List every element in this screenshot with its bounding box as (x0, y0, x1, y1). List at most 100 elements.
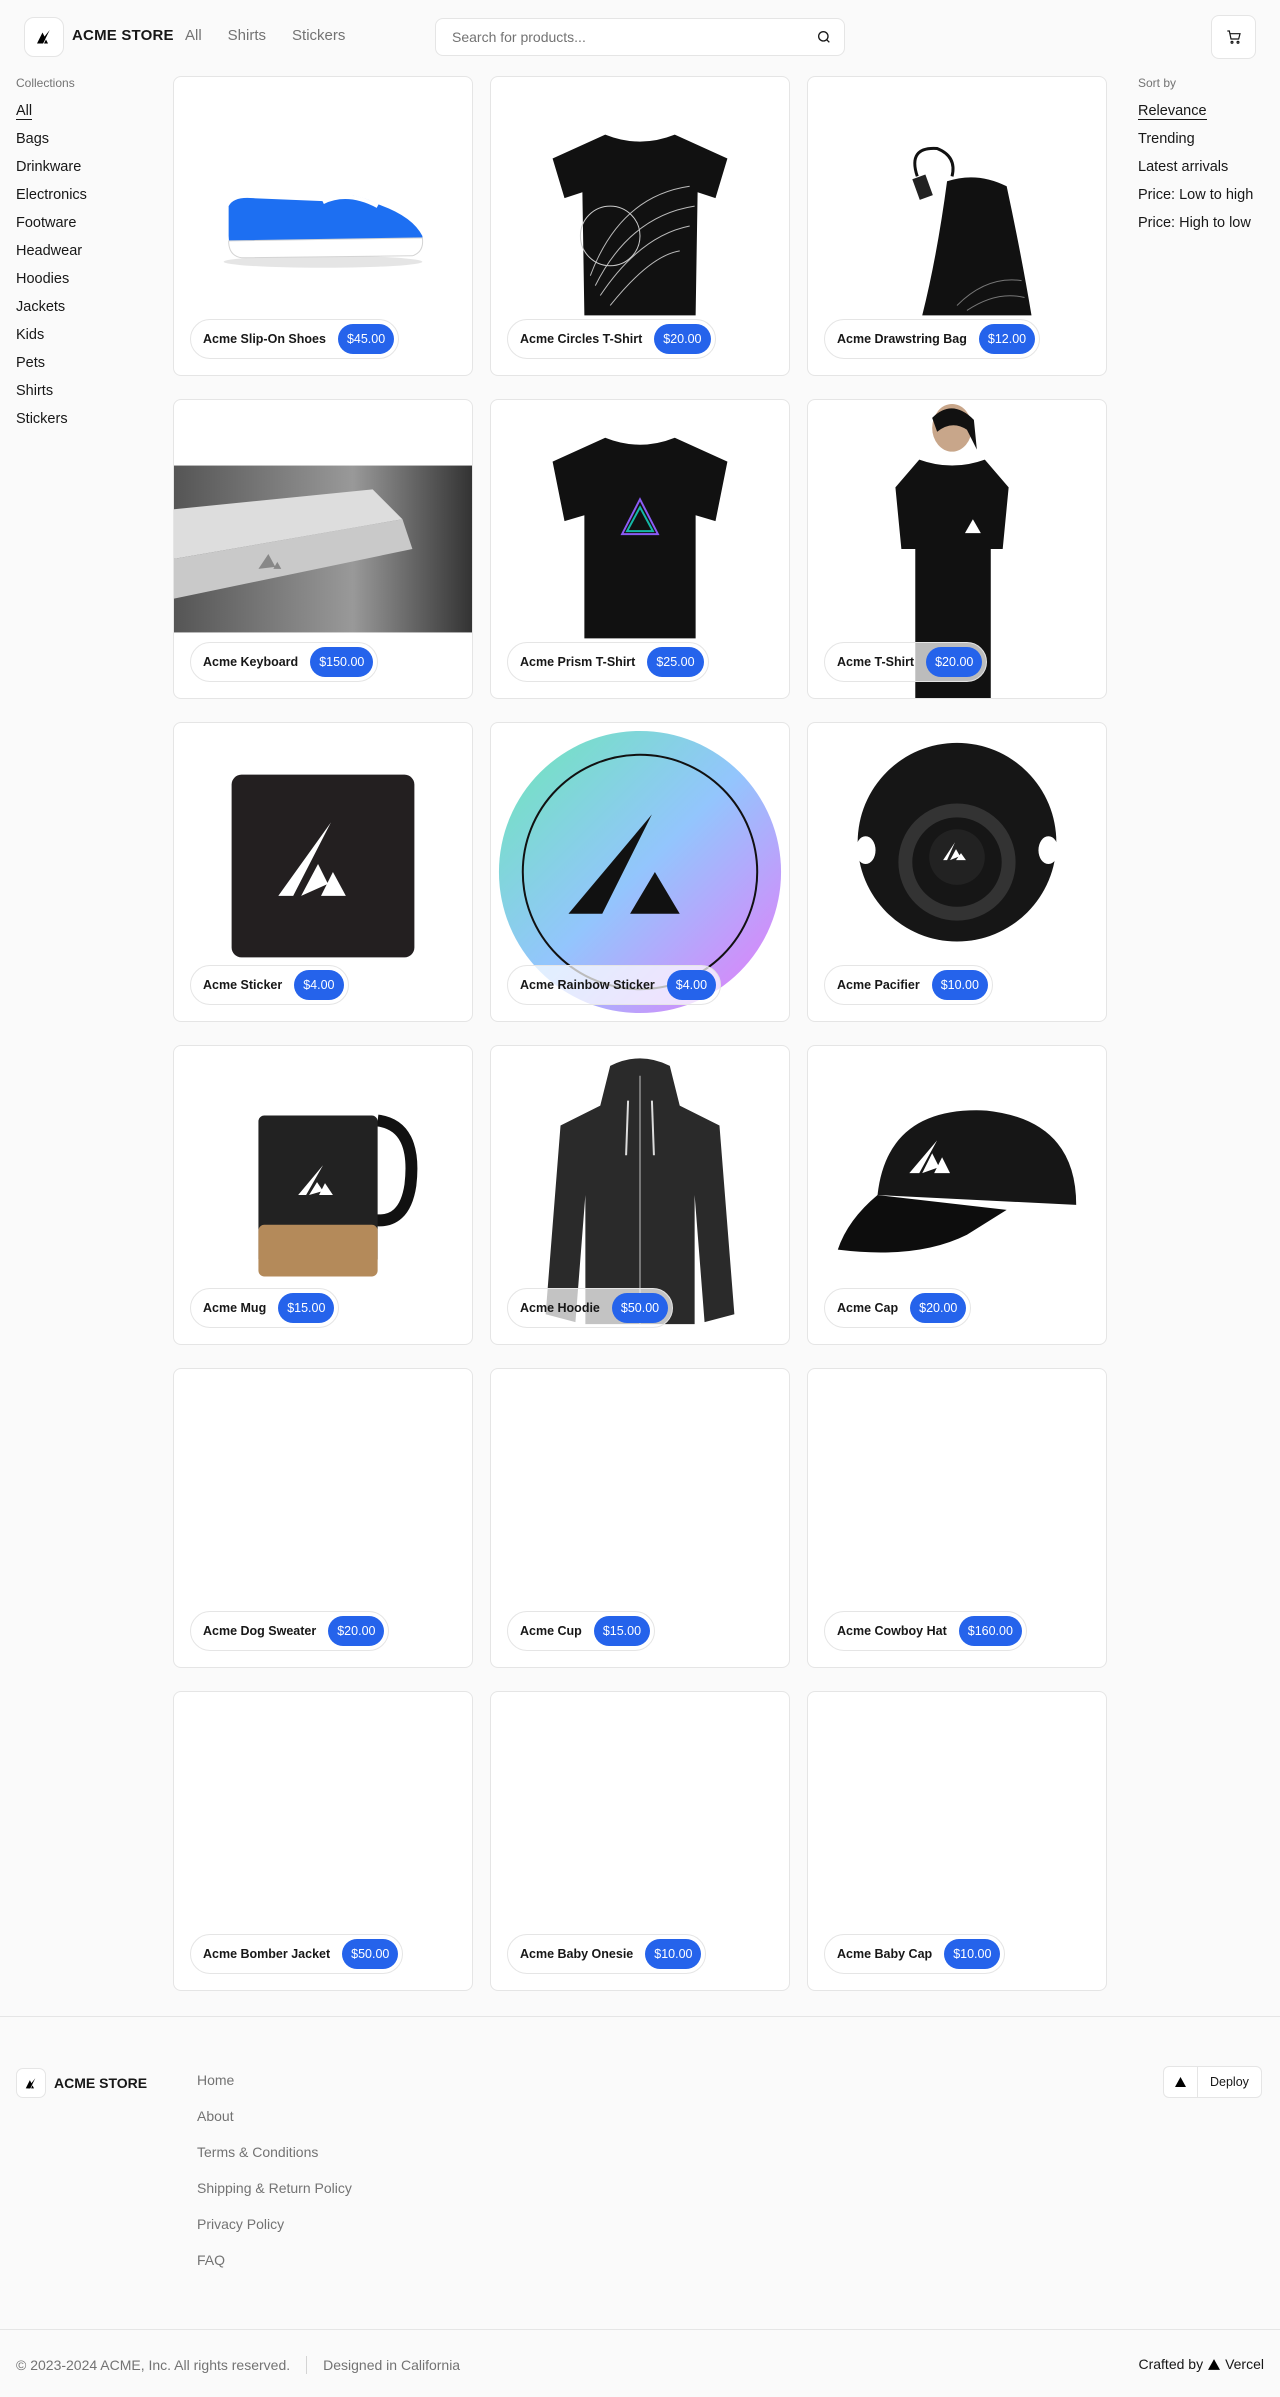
product-name: Acme Hoodie (520, 1301, 600, 1315)
product-card[interactable]: Acme Cowboy Hat $160.00 (807, 1368, 1107, 1668)
product-card[interactable]: Acme Circles T-Shirt $20.00 (490, 76, 790, 376)
collections-title: Collections (16, 76, 75, 90)
designed-in-text: Designed in California (323, 2357, 461, 2373)
copyright-text: © 2023-2024 ACME, Inc. All rights reserv… (16, 2357, 291, 2373)
collection-item-footware[interactable]: Footware (16, 213, 87, 241)
product-price: $10.00 (931, 970, 988, 1000)
acme-logo-icon (25, 2077, 36, 2088)
product-price: $4.00 (666, 970, 717, 1000)
product-price: $50.00 (342, 1939, 399, 1969)
product-label: Acme Mug $15.00 (190, 1288, 340, 1328)
divider (306, 2356, 308, 2374)
footer-brand[interactable]: ACME STORE (54, 2075, 147, 2091)
product-card[interactable]: Acme Slip-On Shoes $45.00 (173, 76, 473, 376)
product-label: Acme Cap $20.00 (824, 1288, 972, 1328)
product-card[interactable]: Acme Dog Sweater $20.00 (173, 1368, 473, 1668)
product-card[interactable]: Acme T-Shirt $20.00 (807, 399, 1107, 699)
product-card[interactable]: Acme Cup $15.00 (490, 1368, 790, 1668)
collection-item-pets[interactable]: Pets (16, 353, 87, 381)
product-card[interactable]: Acme Keyboard $150.00 (173, 399, 473, 699)
product-label: Acme Bomber Jacket $50.00 (190, 1934, 404, 1974)
sort-item-trending[interactable]: Trending (1138, 129, 1253, 157)
search-icon[interactable] (816, 29, 832, 45)
collection-item-headwear[interactable]: Headwear (16, 241, 87, 269)
collection-item-drinkware[interactable]: Drinkware (16, 157, 87, 185)
footer-copyright-row: © 2023-2024 ACME, Inc. All rights reserv… (16, 2356, 460, 2374)
footer-link-terms[interactable]: Terms & Conditions (197, 2144, 352, 2180)
sort-item-price-low-high[interactable]: Price: Low to high (1138, 185, 1253, 213)
deploy-button[interactable]: Deploy (1163, 2066, 1262, 2098)
product-name: Acme Cup (520, 1624, 582, 1638)
product-name: Acme Drawstring Bag (837, 332, 967, 346)
footer-link-shipping[interactable]: Shipping & Return Policy (197, 2180, 352, 2216)
product-name: Acme Keyboard (203, 655, 299, 669)
product-card[interactable]: Acme Baby Cap $10.00 (807, 1691, 1107, 1991)
product-price: $150.00 (310, 647, 374, 677)
product-card[interactable]: Acme Mug $15.00 (173, 1045, 473, 1345)
product-label: Acme Pacifier $10.00 (824, 965, 993, 1005)
product-label: Acme Rainbow Sticker $4.00 (507, 965, 722, 1005)
nav-link-stickers[interactable]: Stickers (292, 27, 345, 44)
product-name: Acme Circles T-Shirt (520, 332, 643, 346)
product-price: $15.00 (593, 1616, 651, 1646)
collection-item-stickers[interactable]: Stickers (16, 409, 87, 437)
product-card[interactable]: Acme Cap $20.00 (807, 1045, 1107, 1345)
collection-item-electronics[interactable]: Electronics (16, 185, 87, 213)
crafted-brand: Vercel (1225, 2356, 1264, 2372)
footer-link-privacy[interactable]: Privacy Policy (197, 2216, 352, 2252)
product-card[interactable]: Acme Bomber Jacket $50.00 (173, 1691, 473, 1991)
footer-link-home[interactable]: Home (197, 2072, 352, 2108)
collection-item-all[interactable]: All (16, 101, 87, 129)
product-price: $45.00 (337, 324, 395, 354)
collection-item-bags[interactable]: Bags (16, 129, 87, 157)
product-label: Acme Sticker $4.00 (190, 965, 349, 1005)
product-name: Acme Slip-On Shoes (203, 332, 326, 346)
product-label: Acme Keyboard $150.00 (190, 642, 379, 682)
product-name: Acme Mug (203, 1301, 267, 1315)
collection-item-kids[interactable]: Kids (16, 325, 87, 353)
footer-divider (0, 2016, 1280, 2017)
product-price: $20.00 (328, 1616, 385, 1646)
acme-logo-icon (37, 30, 50, 44)
product-card[interactable]: Acme Drawstring Bag $12.00 (807, 76, 1107, 376)
product-label: Acme Slip-On Shoes $45.00 (190, 319, 400, 359)
product-price: $25.00 (647, 647, 704, 677)
product-name: Acme Pacifier (837, 978, 920, 992)
search-input[interactable] (435, 18, 845, 56)
product-card[interactable]: Acme Prism T-Shirt $25.00 (490, 399, 790, 699)
product-price: $20.00 (910, 1293, 967, 1323)
product-price: $20.00 (926, 647, 983, 677)
footer-link-faq[interactable]: FAQ (197, 2252, 352, 2288)
product-card[interactable]: Acme Pacifier $10.00 (807, 722, 1107, 1022)
collections-list: All Bags Drinkware Electronics Footware … (16, 101, 87, 437)
brand-name[interactable]: ACME STORE (72, 27, 174, 44)
sort-list: Relevance Trending Latest arrivals Price… (1138, 101, 1253, 241)
product-label: Acme Baby Cap $10.00 (824, 1934, 1006, 1974)
product-card[interactable]: Acme Hoodie $50.00 (490, 1045, 790, 1345)
sort-item-relevance[interactable]: Relevance (1138, 101, 1253, 129)
collection-item-hoodies[interactable]: Hoodies (16, 269, 87, 297)
sort-item-price-high-low[interactable]: Price: High to low (1138, 213, 1253, 241)
collection-item-shirts[interactable]: Shirts (16, 381, 87, 409)
product-label: Acme Prism T-Shirt $25.00 (507, 642, 709, 682)
product-card[interactable]: Acme Baby Onesie $10.00 (490, 1691, 790, 1991)
footer-bottom-divider (0, 2329, 1280, 2330)
footer-logo-button[interactable] (16, 2068, 46, 2098)
product-name: Acme Baby Onesie (520, 1947, 634, 1961)
product-name: Acme Rainbow Sticker (520, 978, 655, 992)
product-card[interactable]: Acme Rainbow Sticker $4.00 (490, 722, 790, 1022)
crafted-by-link[interactable]: Crafted by Vercel (1138, 2356, 1264, 2372)
nav-link-all[interactable]: All (185, 27, 202, 44)
product-price: $10.00 (645, 1939, 702, 1969)
product-label: Acme Hoodie $50.00 (507, 1288, 674, 1328)
cart-button[interactable] (1211, 15, 1256, 59)
sort-item-latest-arrivals[interactable]: Latest arrivals (1138, 157, 1253, 185)
product-name: Acme Sticker (203, 978, 283, 992)
logo-button[interactable] (24, 17, 64, 57)
product-card[interactable]: Acme Sticker $4.00 (173, 722, 473, 1022)
product-label: Acme Baby Onesie $10.00 (507, 1934, 707, 1974)
footer-link-about[interactable]: About (197, 2108, 352, 2144)
nav-link-shirts[interactable]: Shirts (228, 27, 266, 44)
collection-item-jackets[interactable]: Jackets (16, 297, 87, 325)
product-name: Acme Bomber Jacket (203, 1947, 331, 1961)
